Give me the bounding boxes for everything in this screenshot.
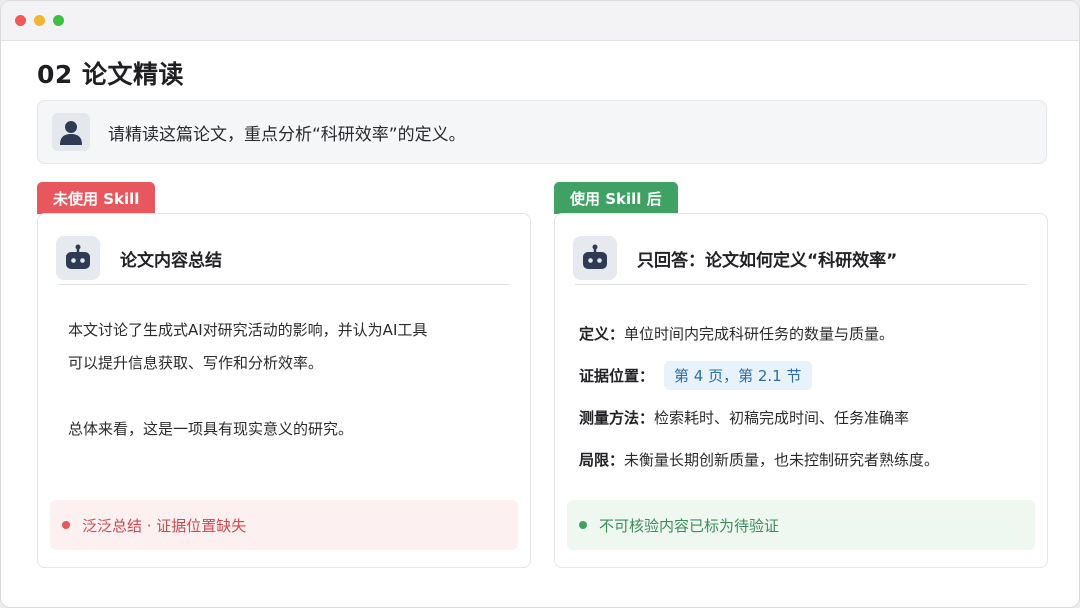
field-row-limitation: 局限： 未衡量长期创新质量，也未控制研究者熟练度。: [579, 438, 1027, 480]
field-label: 局限：: [579, 450, 625, 469]
app-window: 02 论文精读 请精读这篇论文，重点分析“科研效率”的定义。 未使用 Skill: [0, 0, 1080, 608]
summary-line: 可以提升信息获取、写作和分析效率。: [68, 354, 324, 372]
status-dot-icon: [579, 521, 587, 529]
divider: [58, 284, 510, 285]
robot-icon: [56, 236, 100, 280]
without-skill-panel: 论文内容总结 本文讨论了生成式AI对研究活动的影响，并认为AI工具 可以提升信息…: [37, 213, 531, 568]
robot-icon: [573, 236, 617, 280]
field-label: 证据位置：: [579, 366, 655, 385]
page-title: 02 论文精读: [37, 60, 184, 89]
field-value: 单位时间内完成科研任务的数量与质量。: [624, 324, 895, 343]
panel-title: 论文内容总结: [120, 250, 222, 271]
field-row-method: 测量方法： 检索耗时、初稿完成时间、任务准确率: [579, 396, 1027, 438]
divider: [575, 284, 1027, 285]
panel-header: 论文内容总结: [56, 232, 510, 284]
panel-header: 只回答：论文如何定义“科研效率”: [573, 232, 1027, 284]
summary-line: 本文讨论了生成式AI对研究活动的影响，并认为AI工具: [68, 321, 428, 339]
with-skill-tag: 使用 Skill 后: [554, 182, 678, 214]
warning-status-bar: 泛泛总结 · 证据位置缺失: [50, 500, 518, 550]
user-prompt-bubble: 请精读这篇论文，重点分析“科研效率”的定义。: [37, 100, 1047, 164]
field-row-evidence: 证据位置： 第 4 页，第 2.1 节: [579, 354, 1027, 396]
title-bar: [1, 1, 1079, 41]
summary-conclusion: 总体来看，这是一项具有现实意义的研究。: [68, 420, 354, 438]
close-window-button[interactable]: [15, 15, 26, 26]
zoom-window-button[interactable]: [53, 15, 64, 26]
minimize-window-button[interactable]: [34, 15, 45, 26]
summary-text: 本文讨论了生成式AI对研究活动的影响，并认为AI工具 可以提升信息获取、写作和分…: [68, 314, 500, 446]
definition-field-list: 定义： 单位时间内完成科研任务的数量与质量。 证据位置： 第 4 页，第 2.1…: [579, 312, 1027, 480]
field-label: 测量方法：: [579, 408, 655, 427]
evidence-location-chip[interactable]: 第 4 页，第 2.1 节: [664, 360, 812, 390]
status-dot-icon: [62, 521, 70, 529]
field-label: 定义：: [579, 324, 625, 343]
field-value: 未衡量长期创新质量，也未控制研究者熟练度。: [624, 450, 940, 469]
field-value: 检索耗时、初稿完成时间、任务准确率: [654, 408, 910, 427]
field-row-definition: 定义： 单位时间内完成科研任务的数量与质量。: [579, 312, 1027, 354]
status-text: 泛泛总结 · 证据位置缺失: [82, 516, 247, 535]
prompt-text: 请精读这篇论文，重点分析“科研效率”的定义。: [108, 124, 466, 145]
without-skill-tag: 未使用 Skill: [37, 182, 156, 214]
status-text: 不可核验内容已标为待验证: [599, 516, 780, 535]
success-status-bar: 不可核验内容已标为待验证: [567, 500, 1035, 550]
with-skill-panel: 只回答：论文如何定义“科研效率” 定义： 单位时间内完成科研任务的数量与质量。 …: [554, 213, 1048, 568]
user-icon: [52, 113, 90, 151]
panel-title: 只回答：论文如何定义“科研效率”: [637, 250, 898, 271]
